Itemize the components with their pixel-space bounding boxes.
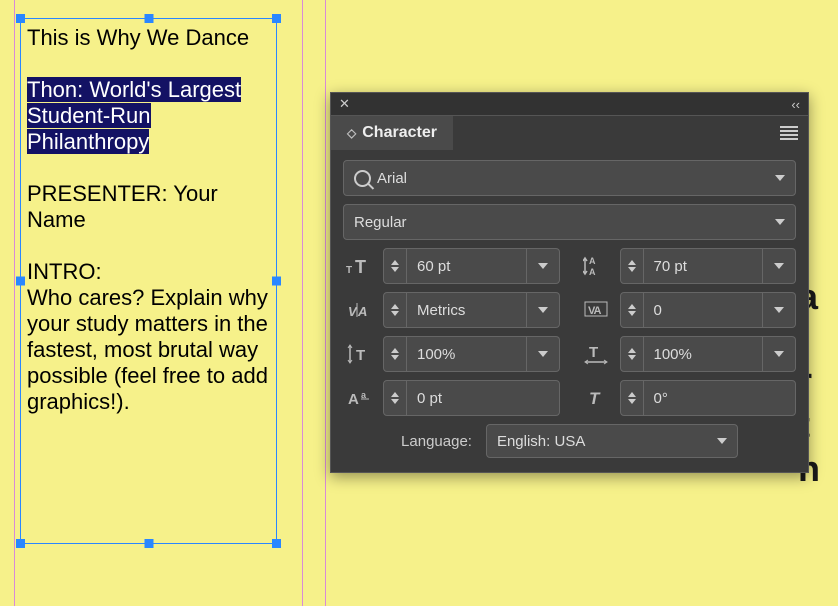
svg-text:A: A <box>357 304 367 319</box>
panel-menu-icon[interactable] <box>780 126 798 140</box>
spinner[interactable] <box>383 248 407 284</box>
baseline-shift-icon: Aa <box>343 387 377 409</box>
language-value: English: USA <box>497 433 585 450</box>
dropdown-button[interactable] <box>763 248 796 284</box>
chevron-down-icon <box>717 438 727 444</box>
font-family-value: Arial <box>377 170 407 187</box>
spinner[interactable] <box>383 380 407 416</box>
selected-text: Thon: World's Largest <box>27 77 241 102</box>
spinner[interactable] <box>383 292 407 328</box>
panel-tabrow: ◇ Character <box>331 116 808 150</box>
resize-handle[interactable] <box>272 14 281 23</box>
text-line: INTRO: <box>27 259 102 284</box>
svg-text:A: A <box>348 391 359 408</box>
resize-handle[interactable] <box>16 539 25 548</box>
expand-icon: ◇ <box>347 126 354 140</box>
chevron-down-icon <box>775 219 785 225</box>
tab-label: Character <box>362 124 437 142</box>
search-icon <box>354 170 371 187</box>
collapse-icon[interactable]: ‹‹ <box>791 97 800 112</box>
resize-handle[interactable] <box>16 14 25 23</box>
close-icon[interactable]: ✕ <box>339 96 350 112</box>
dropdown-button[interactable] <box>527 336 560 372</box>
skew-value[interactable]: 0° <box>644 380 797 416</box>
svg-text:T: T <box>346 265 352 276</box>
svg-text:T: T <box>356 347 365 364</box>
text-content[interactable]: This is Why We Dance Thon: World's Large… <box>21 19 276 421</box>
svg-text:VA: VA <box>588 305 602 317</box>
text-frame[interactable]: This is Why We Dance Thon: World's Large… <box>20 18 277 544</box>
chevron-down-icon <box>775 175 785 181</box>
text-line: Who cares? Explain why your study matter… <box>27 285 268 414</box>
spinner[interactable] <box>620 248 644 284</box>
resize-handle[interactable] <box>272 277 281 286</box>
kerning-icon: VA <box>343 299 377 321</box>
vertical-scale-field[interactable]: 100% <box>383 336 560 372</box>
leading-icon: AA <box>580 255 614 277</box>
character-panel[interactable]: ✕ ‹‹ ◇ Character Arial Regular <box>330 92 809 473</box>
skew-field[interactable]: 0° <box>620 380 797 416</box>
svg-text:T: T <box>589 389 601 408</box>
selected-text: Student-Run Philanthropy <box>27 103 151 154</box>
baseline-shift-field[interactable]: 0 pt <box>383 380 560 416</box>
svg-text:T: T <box>355 257 366 277</box>
dropdown-button[interactable] <box>527 248 560 284</box>
vertical-scale-value[interactable]: 100% <box>407 336 527 372</box>
guide-vertical <box>302 0 303 606</box>
text-line: PRESENTER: Your Name <box>27 181 218 232</box>
guide-vertical <box>325 0 326 606</box>
panel-titlebar[interactable]: ✕ ‹‹ <box>331 93 808 116</box>
kerning-value[interactable]: Metrics <box>407 292 527 328</box>
font-style-value: Regular <box>354 214 407 231</box>
resize-handle[interactable] <box>272 539 281 548</box>
font-style-select[interactable]: Regular <box>343 204 796 240</box>
canvas: This is Why We Dance Thon: World's Large… <box>0 0 838 606</box>
horizontal-scale-field[interactable]: 100% <box>620 336 797 372</box>
font-size-icon: TT <box>343 255 377 277</box>
dropdown-button[interactable] <box>763 336 796 372</box>
language-select[interactable]: English: USA <box>486 424 738 458</box>
dropdown-button[interactable] <box>527 292 560 328</box>
horizontal-scale-value[interactable]: 100% <box>644 336 764 372</box>
skew-icon: T <box>580 387 614 409</box>
svg-text:A: A <box>589 256 596 266</box>
guide-vertical <box>14 0 15 606</box>
kerning-field[interactable]: Metrics <box>383 292 560 328</box>
resize-handle[interactable] <box>16 277 25 286</box>
resize-handle[interactable] <box>144 539 153 548</box>
svg-text:T: T <box>589 344 598 361</box>
panel-body: Arial Regular TT 60 pt <box>331 150 808 472</box>
text-line: This is Why We Dance <box>27 25 249 50</box>
font-size-value[interactable]: 60 pt <box>407 248 527 284</box>
leading-field[interactable]: 70 pt <box>620 248 797 284</box>
tab-character[interactable]: ◇ Character <box>331 116 453 150</box>
tracking-field[interactable]: 0 <box>620 292 797 328</box>
language-label: Language: <box>401 433 472 450</box>
font-family-select[interactable]: Arial <box>343 160 796 196</box>
spinner[interactable] <box>383 336 407 372</box>
svg-text:A: A <box>589 267 596 277</box>
dropdown-button[interactable] <box>763 292 796 328</box>
font-size-field[interactable]: 60 pt <box>383 248 560 284</box>
tracking-value[interactable]: 0 <box>644 292 764 328</box>
spinner[interactable] <box>620 336 644 372</box>
spinner[interactable] <box>620 380 644 416</box>
resize-handle[interactable] <box>144 14 153 23</box>
tracking-icon: VA <box>580 299 614 321</box>
baseline-shift-value[interactable]: 0 pt <box>407 380 560 416</box>
horizontal-scale-icon: T <box>580 343 614 365</box>
spinner[interactable] <box>620 292 644 328</box>
vertical-scale-icon: T <box>343 343 377 365</box>
leading-value[interactable]: 70 pt <box>644 248 764 284</box>
